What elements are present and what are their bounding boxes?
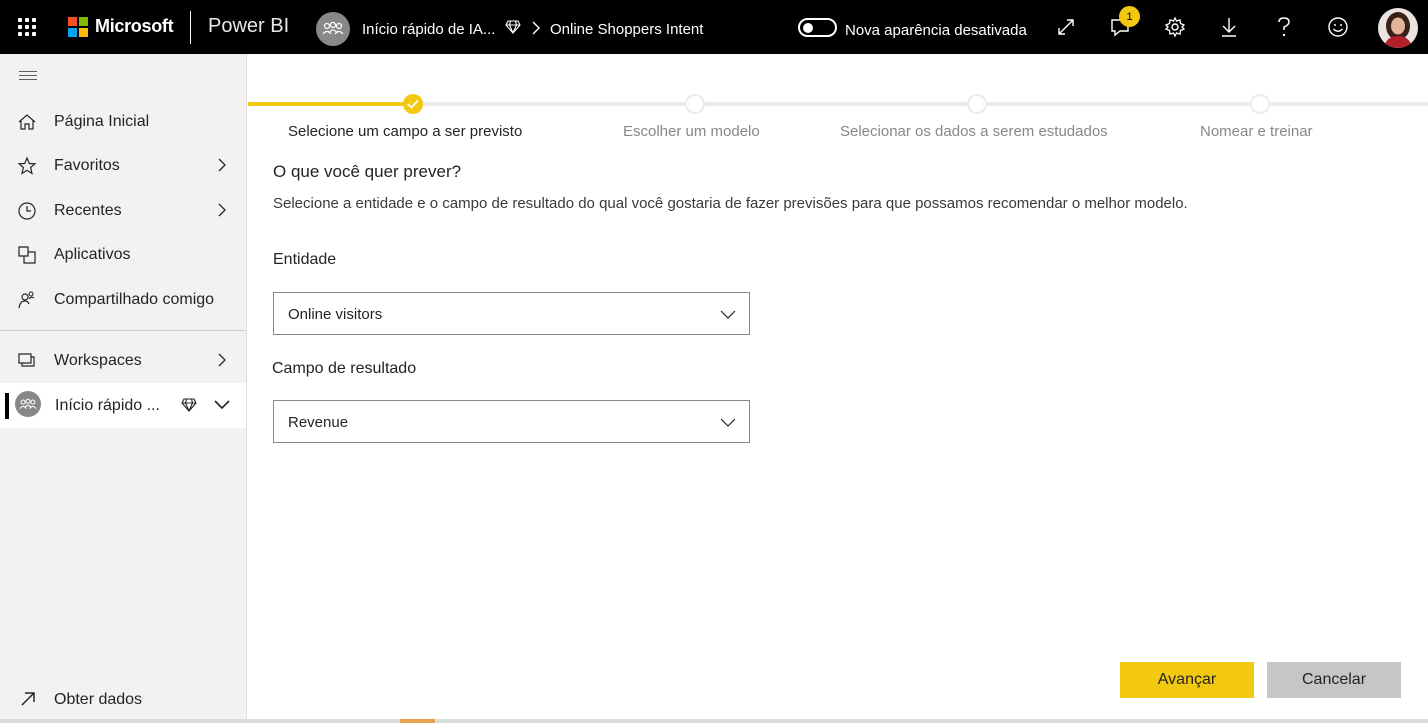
outcome-field-label: Campo de resultado (272, 360, 417, 377)
premium-diamond-icon (181, 398, 197, 412)
people-group-icon (322, 21, 344, 35)
sidebar-item-label: Recentes (54, 202, 122, 219)
cancel-button[interactable]: Cancelar (1267, 662, 1401, 698)
sidebar-item-label: Workspaces (54, 352, 142, 369)
settings-icon[interactable] (1162, 14, 1188, 40)
chevron-down-icon[interactable] (213, 397, 231, 413)
sidebar-item-favorites[interactable]: Favoritos (0, 146, 246, 186)
sidebar-item-home[interactable]: Página Inicial (0, 102, 246, 142)
sidebar-item-label: Compartilhado comigo (54, 291, 215, 308)
workspace-avatar[interactable] (316, 12, 350, 46)
next-button[interactable]: Avançar (1120, 662, 1254, 698)
arrow-up-right-icon (21, 692, 35, 706)
step-1-indicator (403, 94, 423, 114)
user-avatar[interactable] (1378, 8, 1418, 48)
hamburger-menu-icon[interactable] (19, 71, 37, 83)
sidebar-divider (0, 330, 246, 331)
app-launcher-icon[interactable] (18, 18, 36, 36)
premium-diamond-icon (505, 20, 521, 39)
step-2-indicator (685, 94, 705, 114)
active-indicator (5, 393, 9, 419)
home-icon (18, 114, 36, 130)
workspace-avatar (15, 391, 41, 417)
chevron-right-icon[interactable] (214, 352, 230, 368)
sidebar-item-get-data[interactable]: Obter dados (0, 684, 246, 714)
sidebar-item-shared[interactable]: Compartilhado comigo (0, 280, 246, 320)
checkmark-icon (407, 99, 419, 109)
shared-icon (18, 291, 35, 309)
step-3-indicator (967, 94, 987, 114)
sidebar-item-label: Página Inicial (54, 113, 150, 130)
breadcrumb-report[interactable]: Online Shoppers Intent (550, 21, 703, 38)
notification-badge: 1 (1119, 6, 1140, 27)
sidebar-item-apps[interactable]: Aplicativos (0, 235, 246, 275)
sidebar-item-workspaces[interactable]: Workspaces (0, 341, 246, 381)
entity-dropdown-value: Online visitors (288, 306, 383, 323)
chevron-right-icon[interactable] (214, 202, 230, 218)
sidebar-item-label: Favoritos (54, 157, 120, 174)
get-data-label: Obter dados (54, 691, 143, 708)
download-icon[interactable] (1216, 14, 1242, 40)
chevron-down-icon (720, 310, 736, 319)
sidebar-item-recent[interactable]: Recentes (0, 191, 246, 231)
window-bottom-edge (0, 719, 1428, 723)
clock-icon (18, 202, 36, 220)
step-4-label: Nomear e treinar (1200, 123, 1313, 140)
breadcrumb-chevron-icon (530, 20, 542, 41)
new-look-toggle-label: Nova aparência desativada (845, 22, 1027, 39)
form-description: Selecione a entidade e o campo de result… (273, 195, 1188, 212)
expand-icon[interactable] (1053, 14, 1079, 40)
outcome-field-dropdown-value: Revenue (288, 414, 349, 431)
sidebar-item-label: Aplicativos (54, 246, 131, 263)
new-look-toggle[interactable] (798, 18, 837, 37)
help-icon[interactable] (1271, 14, 1297, 40)
microsoft-logo-icon (68, 17, 88, 37)
feedback-icon[interactable] (1325, 14, 1351, 40)
workspaces-icon (18, 353, 35, 367)
step-4-indicator (1250, 94, 1270, 114)
product-name[interactable]: Power BI (208, 15, 289, 38)
outcome-field-dropdown[interactable]: Revenue (273, 400, 750, 443)
apps-icon (18, 246, 36, 264)
navigation-pane: Página Inicial Favoritos Recentes Aplica… (0, 54, 247, 723)
chevron-right-icon[interactable] (214, 157, 230, 173)
step-2-label: Escolher um modelo (623, 123, 760, 140)
breadcrumb-workspace[interactable]: Início rápido de IA... (362, 21, 495, 38)
stepper-progress (248, 102, 414, 106)
topbar-divider (190, 11, 191, 44)
form-title: O que você quer prever? (273, 162, 462, 181)
entity-label: Entidade (273, 251, 337, 268)
entity-dropdown[interactable]: Online visitors (273, 292, 750, 335)
step-1-label: Selecione um campo a ser previsto (288, 123, 523, 140)
people-group-icon (19, 398, 37, 409)
brand-name: Microsoft (95, 16, 174, 36)
active-workspace-label: Início rápido ... (55, 397, 160, 414)
star-icon (17, 156, 37, 175)
top-bar: Microsoft Power BI Início rápido de IA..… (0, 0, 1428, 54)
sidebar-item-active-workspace[interactable]: Início rápido ... (0, 383, 246, 428)
step-3-label: Selecionar os dados a serem estudados (840, 123, 1108, 140)
chevron-down-icon (720, 418, 736, 427)
